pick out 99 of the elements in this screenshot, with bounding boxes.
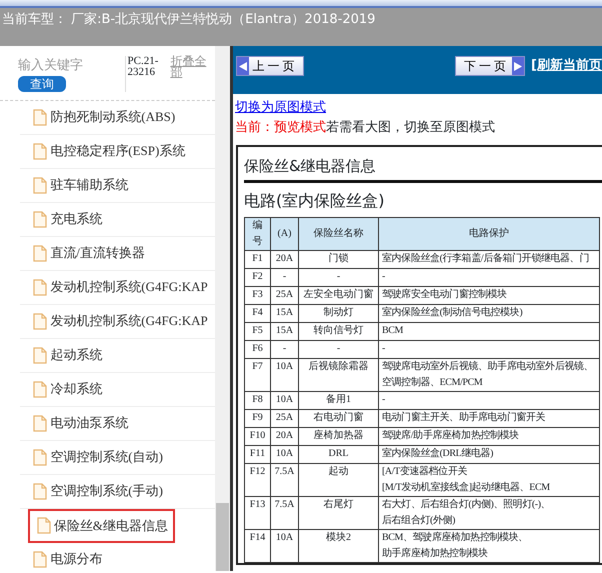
file-icon xyxy=(33,482,47,500)
previous-page-button[interactable]: 上一页 xyxy=(236,56,304,76)
tree-item[interactable]: 发动机控制系统(G4FG:KAP xyxy=(20,304,215,338)
table-cell: [A/T变速器档位开关 [M/T发动机室接线盒]起动继电器、ECM xyxy=(378,463,600,496)
table-cell: 10A xyxy=(270,391,298,409)
document-subtitle: 电路(室内保险丝盒) xyxy=(244,190,386,212)
version-code: PC.21-23216 xyxy=(124,56,164,92)
tree-item[interactable]: 空调控制系统(自动) xyxy=(20,440,215,474)
table-cell: F10 xyxy=(244,427,270,445)
table-cell: 10A xyxy=(270,358,298,391)
keyword-input[interactable]: 输入关键字 xyxy=(18,56,118,76)
table-cell: F7 xyxy=(244,358,270,391)
table-cell: 右大灯、后右组合灯(内侧)、照明灯(-)、 后右组合灯(外侧) xyxy=(378,496,600,529)
tree-item[interactable]: 电控稳定程序(ESP)系统 xyxy=(20,134,215,168)
file-icon xyxy=(33,210,47,228)
switch-mode-link[interactable]: 切换为原图模式 xyxy=(235,100,326,115)
table-cell: - xyxy=(298,268,378,286)
table-cell: 15A xyxy=(270,322,298,340)
table-cell: F3 xyxy=(244,286,270,304)
table-cell: 备用1 xyxy=(298,391,378,409)
tree-item[interactable]: 保险丝&继电器信息 xyxy=(28,508,175,542)
column-header: 保险丝名称 xyxy=(298,217,378,250)
tree-item[interactable]: 冷却系统 xyxy=(20,372,215,406)
tree-item[interactable]: 电动油泵系统 xyxy=(20,406,215,440)
mode-note: 当前：预览模式若需看大图，切换至原图模式 xyxy=(235,118,496,136)
table-cell: F4 xyxy=(244,304,270,322)
table-cell: 门锁 xyxy=(298,250,378,268)
tree-item[interactable]: 空调控制系统(手动) xyxy=(20,474,215,508)
table-cell: BCM、驾驶席座椅加热控制模块、 助手席座椅加热控制模块 xyxy=(378,529,600,562)
table-cell: F2 xyxy=(244,268,270,286)
table-cell: F1 xyxy=(244,250,270,268)
refresh-page-link[interactable]: [刷新当前页 xyxy=(531,56,602,76)
tree-item[interactable]: 驻车辅助系统 xyxy=(20,168,215,202)
file-icon xyxy=(33,244,47,262)
table-cell: F14 xyxy=(244,529,270,562)
table-cell: 转向信号灯 xyxy=(298,322,378,340)
file-icon xyxy=(33,176,47,194)
table-cell: 10A xyxy=(270,529,298,562)
file-icon xyxy=(33,414,47,432)
tree-item[interactable]: 发动机控制系统(G4FG:KAP xyxy=(20,270,215,304)
table-cell: F12 xyxy=(244,463,270,496)
table-cell: 10A xyxy=(270,445,298,463)
file-icon xyxy=(36,517,50,534)
file-icon xyxy=(33,142,47,160)
table-cell: F5 xyxy=(244,322,270,340)
table-cell: 驾驶席安全电动门窗控制模块 xyxy=(378,286,600,304)
table-cell: 室内保险丝盒(制动信号电控模块) xyxy=(378,304,600,322)
table-cell: F11 xyxy=(244,445,270,463)
table-cell: 20A xyxy=(270,427,298,445)
table-cell: F8 xyxy=(244,391,270,409)
table-cell: F6 xyxy=(244,340,270,358)
table-cell: 左安全电动门窗 xyxy=(298,286,378,304)
file-icon xyxy=(33,448,47,466)
tree-item[interactable]: 防抱死制动系统(ABS) xyxy=(20,100,215,134)
column-header: 编号 xyxy=(244,217,270,250)
table-cell: - xyxy=(298,340,378,358)
document-title: 保险丝&继电器信息 xyxy=(244,155,602,182)
table-cell: 25A xyxy=(270,409,298,427)
table-cell: 7.5A xyxy=(270,496,298,529)
table-cell: - xyxy=(378,391,600,409)
tree-item[interactable]: 直流/直流转换器 xyxy=(20,236,215,270)
tree-item[interactable]: 起动系统 xyxy=(20,338,215,372)
table-cell: - xyxy=(270,340,298,358)
tree-item[interactable]: 充电系统 xyxy=(20,202,215,236)
table-cell: 室内保险丝盒(DRL继电器) xyxy=(378,445,600,463)
table-cell: - xyxy=(270,268,298,286)
file-icon xyxy=(33,346,47,364)
file-icon xyxy=(33,312,47,330)
table-cell: 驾驶席/助手席座椅加热控制模块 xyxy=(378,427,600,445)
table-cell: 右尾灯 xyxy=(298,496,378,529)
table-cell: 15A xyxy=(270,304,298,322)
table-cell: 后视镜除霜器 xyxy=(298,358,378,391)
table-cell: 模块2 xyxy=(298,529,378,562)
table-cell: 起动 xyxy=(298,463,378,496)
table-cell: 制动灯 xyxy=(298,304,378,322)
query-button[interactable]: 查询 xyxy=(18,76,66,92)
table-cell: 25A xyxy=(270,286,298,304)
table-cell: F9 xyxy=(244,409,270,427)
file-icon xyxy=(33,380,47,398)
table-cell: 电动门窗主开关、助手席电动门窗开关 xyxy=(378,409,600,427)
table-cell: - xyxy=(378,268,600,286)
next-page-button[interactable]: 下一页 xyxy=(454,56,526,76)
table-cell: 室内保险丝盒(行李箱盖/后备箱门开锁继电器、门 xyxy=(378,250,600,268)
table-cell: 座椅加热器 xyxy=(298,427,378,445)
scrollbar[interactable] xyxy=(215,46,230,571)
table-cell: BCM xyxy=(378,322,600,340)
table-cell: - xyxy=(378,340,600,358)
file-icon xyxy=(33,108,47,126)
table-cell: 7.5A xyxy=(270,463,298,496)
table-cell: 驾驶席电动室外后视镜、助手席电动室外后视镜、 空调控制器、ECM/PCM xyxy=(378,358,600,391)
file-icon xyxy=(33,278,47,296)
file-icon xyxy=(33,550,47,568)
table-cell: 右电动门窗 xyxy=(298,409,378,427)
table-cell: 20A xyxy=(270,250,298,268)
vehicle-title: 当前车型： 厂家:B-北京现代伊兰特悦动（Elantra）2018-2019 xyxy=(1,11,376,29)
table-cell: F13 xyxy=(244,496,270,529)
table-cell: DRL xyxy=(298,445,378,463)
column-header: 电路保护 xyxy=(378,217,600,250)
column-header: (A) xyxy=(270,217,298,250)
